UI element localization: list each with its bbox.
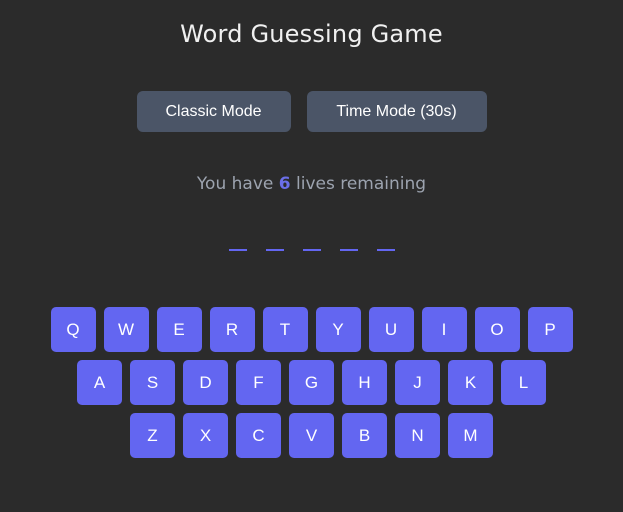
letter-slot	[376, 249, 395, 251]
key-z[interactable]: Z	[130, 413, 175, 458]
key-j[interactable]: J	[395, 360, 440, 405]
key-n[interactable]: N	[395, 413, 440, 458]
key-s[interactable]: S	[130, 360, 175, 405]
time-mode-button[interactable]: Time Mode (30s)	[306, 91, 487, 132]
word-display	[0, 249, 623, 251]
key-k[interactable]: K	[448, 360, 493, 405]
classic-mode-button[interactable]: Classic Mode	[136, 91, 291, 132]
lives-count: 6	[278, 174, 291, 194]
key-a[interactable]: A	[77, 360, 122, 405]
letter-slot	[228, 249, 247, 251]
key-m[interactable]: M	[448, 413, 493, 458]
key-i[interactable]: I	[421, 307, 467, 352]
key-g[interactable]: G	[289, 360, 334, 405]
lives-status: You have 6 lives remaining	[0, 174, 623, 194]
key-q[interactable]: Q	[50, 307, 96, 352]
key-b[interactable]: B	[342, 413, 387, 458]
key-u[interactable]: U	[368, 307, 414, 352]
key-c[interactable]: C	[236, 413, 281, 458]
key-e[interactable]: E	[156, 307, 202, 352]
key-r[interactable]: R	[209, 307, 255, 352]
key-d[interactable]: D	[183, 360, 228, 405]
mode-selector: Classic Mode Time Mode (30s)	[0, 91, 623, 132]
key-p[interactable]: P	[527, 307, 573, 352]
key-v[interactable]: V	[289, 413, 334, 458]
keyboard-row: QWERTYUIOP	[0, 307, 623, 352]
lives-prefix: You have	[196, 174, 274, 194]
letter-slot	[265, 249, 284, 251]
keyboard-row: ZXCVBNM	[0, 413, 623, 458]
key-o[interactable]: O	[474, 307, 520, 352]
game-title: Word Guessing Game	[180, 20, 443, 48]
key-x[interactable]: X	[183, 413, 228, 458]
key-h[interactable]: H	[342, 360, 387, 405]
on-screen-keyboard: QWERTYUIOP ASDFGHJKL ZXCVBNM	[0, 307, 623, 466]
key-y[interactable]: Y	[315, 307, 361, 352]
letter-slot	[339, 249, 358, 251]
keyboard-row: ASDFGHJKL	[0, 360, 623, 405]
key-f[interactable]: F	[236, 360, 281, 405]
key-l[interactable]: L	[501, 360, 546, 405]
lives-suffix: lives remaining	[296, 174, 427, 194]
key-w[interactable]: W	[103, 307, 149, 352]
letter-slot	[302, 249, 321, 251]
key-t[interactable]: T	[262, 307, 308, 352]
